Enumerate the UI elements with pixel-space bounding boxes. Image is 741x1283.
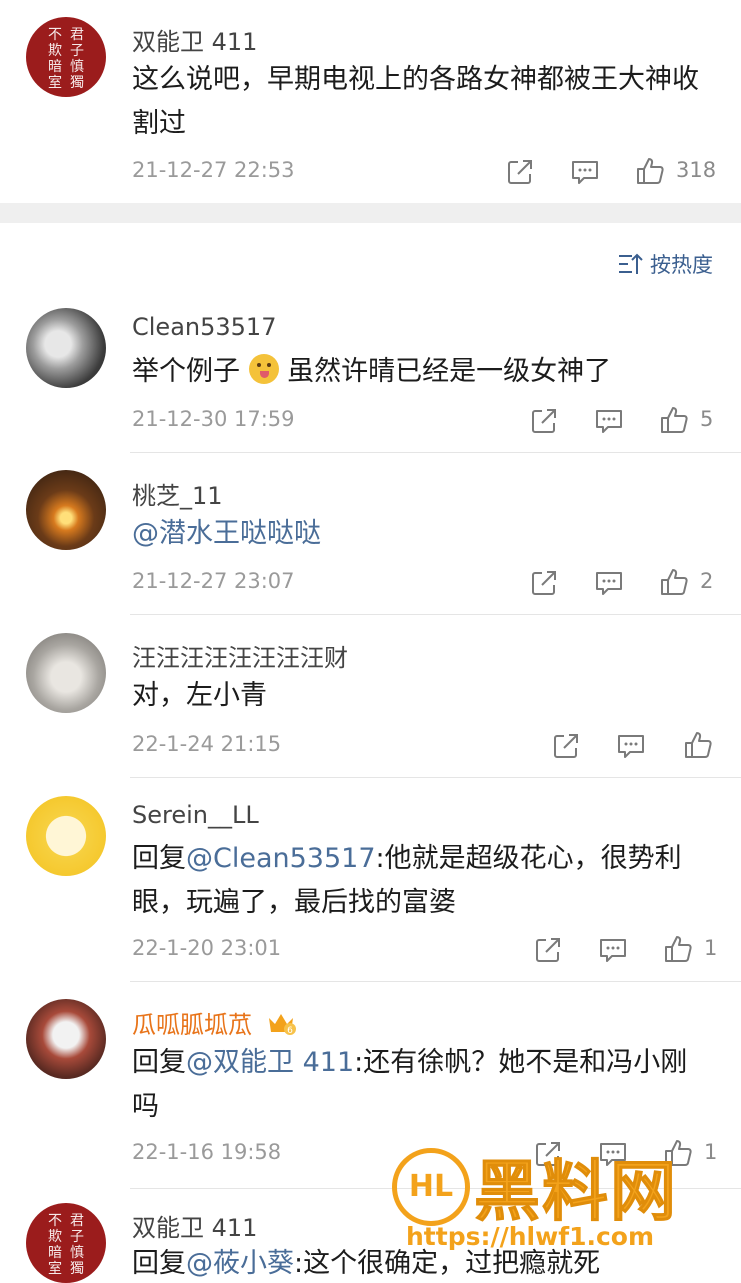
share-icon[interactable] <box>551 731 581 761</box>
comment-text-part: 虽然许晴已经是一级女神了 <box>287 356 612 387</box>
svg-text:6: 6 <box>287 1026 293 1036</box>
like-count: 5 <box>700 407 714 431</box>
username[interactable]: 瓜呱胍坬苽 6 <box>132 1005 296 1040</box>
like-icon[interactable] <box>683 730 713 760</box>
watermark-url: https://hlwf1.com <box>406 1222 655 1251</box>
like-icon[interactable] <box>659 567 689 597</box>
timestamp: 22-1-16 19:58 <box>132 1140 282 1164</box>
share-icon[interactable] <box>529 406 559 436</box>
timestamp: 22-1-20 23:01 <box>132 936 282 960</box>
divider <box>130 981 741 982</box>
reply-prefix: 回复 <box>132 843 186 874</box>
seal-text: 不欺暗室 <box>48 1213 62 1277</box>
timestamp: 21-12-27 22:53 <box>132 158 295 182</box>
avatar[interactable]: 君子慎獨 不欺暗室 <box>26 1203 106 1283</box>
watermark-title: 黑料网 <box>474 1153 678 1231</box>
username[interactable]: 双能卫 411 <box>132 1208 257 1243</box>
comment-icon[interactable] <box>616 731 646 761</box>
divider <box>130 777 741 778</box>
seal-text: 君子慎獨 <box>70 1213 84 1277</box>
avatar[interactable] <box>26 308 106 388</box>
comment-text: 回复@Clean53517:他就是超级花心，很势利眼，玩遍了，最后找的富婆 <box>132 837 701 925</box>
comment-text-part: 举个例子 <box>132 356 240 387</box>
divider <box>130 614 741 615</box>
username[interactable]: 汪汪汪汪汪汪汪汪财 <box>132 638 348 673</box>
like-count: 2 <box>700 569 714 593</box>
seal-text: 君子慎獨 <box>70 27 84 91</box>
comment-text: 对，左小青 <box>132 680 267 711</box>
comment-text: 回复@双能卫 411:还有徐帆？她不是和冯小刚吗 <box>132 1041 701 1129</box>
tongue-emoji-icon <box>248 354 279 384</box>
timestamp: 21-12-30 17:59 <box>132 407 295 431</box>
comment-icon[interactable] <box>598 935 628 965</box>
share-icon[interactable] <box>505 157 535 187</box>
like-count: 318 <box>676 158 717 182</box>
mention-link[interactable]: @Clean53517 <box>186 843 376 874</box>
avatar[interactable] <box>26 796 106 876</box>
share-icon[interactable] <box>529 568 559 598</box>
divider <box>130 452 741 453</box>
comment-text: 这么说吧，早期电视上的各路女神都被王大神收割过 <box>132 64 699 139</box>
username[interactable]: 双能卫 411 <box>132 22 257 57</box>
sort-label: 按热度 <box>650 253 713 277</box>
username[interactable]: 桃芝_11 <box>132 476 223 511</box>
watermark: HL 黑料网 https://hlwf1.com <box>392 1140 712 1270</box>
vip-crown-icon: 6 <box>268 1014 296 1036</box>
avatar[interactable] <box>26 470 106 550</box>
comment-text: 举个例子 虽然许晴已经是一级女神了 <box>132 350 701 394</box>
mention-link[interactable]: @莜小葵 <box>186 1248 294 1279</box>
username-text: 瓜呱胍坬苽 <box>132 1011 252 1039</box>
watermark-logo: HL <box>392 1148 470 1226</box>
like-icon[interactable] <box>663 934 693 964</box>
timestamp: 22-1-24 21:15 <box>132 732 282 756</box>
section-divider <box>0 203 741 223</box>
seal-text: 不欺暗室 <box>48 27 62 91</box>
comment-icon[interactable] <box>594 568 624 598</box>
avatar[interactable] <box>26 633 106 713</box>
comment-icon[interactable] <box>570 157 600 187</box>
share-icon[interactable] <box>533 935 563 965</box>
sort-toggle[interactable]: 按热度 <box>618 249 713 279</box>
like-icon[interactable] <box>635 156 665 186</box>
like-icon[interactable] <box>659 405 689 435</box>
reply-prefix: 回复 <box>132 1248 186 1279</box>
reply-prefix: 回复 <box>132 1047 186 1078</box>
username[interactable]: Serein__LL <box>132 801 259 829</box>
mention-link[interactable]: @潜水王哒哒哒 <box>132 512 701 556</box>
mention-link[interactable]: @双能卫 411 <box>186 1047 354 1078</box>
sort-icon <box>619 253 643 274</box>
like-count: 1 <box>704 936 718 960</box>
top-comment: 君子慎獨 不欺暗室 双能卫 411 这么说吧，早期电视上的各路女神都被王大神收割… <box>0 0 741 200</box>
avatar[interactable] <box>26 999 106 1079</box>
avatar[interactable]: 君子慎獨 不欺暗室 <box>26 17 106 97</box>
timestamp: 21-12-27 23:07 <box>132 569 295 593</box>
username[interactable]: Clean53517 <box>132 313 276 341</box>
comment-icon[interactable] <box>594 406 624 436</box>
